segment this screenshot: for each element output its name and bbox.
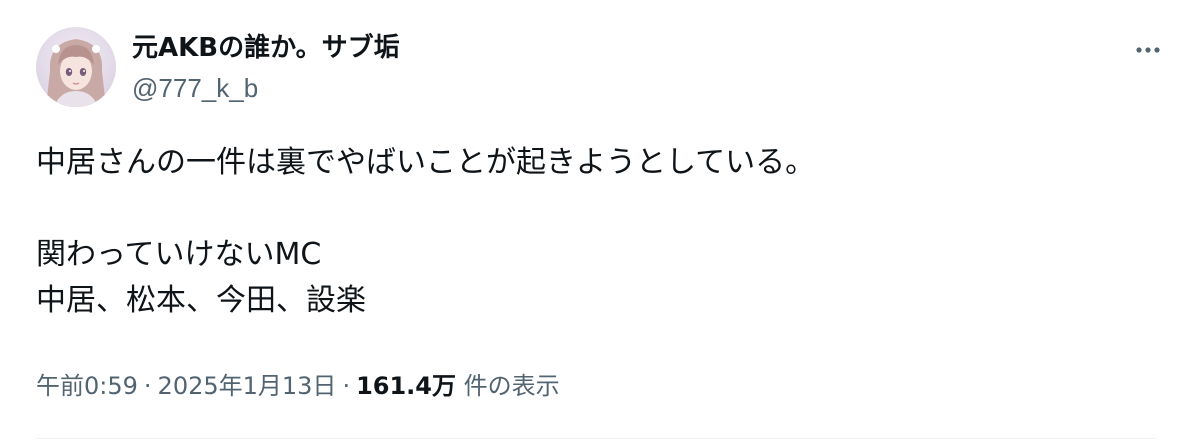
tweet-text-line: 関わっていけないMC	[36, 237, 322, 272]
tweet-text: 中居さんの一件は裏でやばいことが起きようとしている。 関わっていけないMC 中居…	[36, 140, 1156, 324]
views-count[interactable]: 161.4万	[356, 372, 456, 400]
tweet-meta: 午前0:59 · 2025年1月13日 · 161.4万 件の表示	[36, 366, 560, 406]
tweet-date[interactable]: 2025年1月13日	[158, 372, 337, 400]
more-options-button[interactable]	[1124, 30, 1172, 70]
tweet-text-line: 中居、松本、今田、設楽	[36, 283, 366, 318]
avatar-illustration	[36, 27, 116, 107]
tweet-time[interactable]: 午前0:59	[36, 372, 138, 400]
tweet-card: 元AKBの誰か。サブ垢 @777_k_b 中居さんの一件は裏でやばいことが起きよ…	[0, 0, 1196, 444]
meta-separator: ·	[342, 372, 351, 400]
divider	[36, 438, 1156, 439]
views-label: 件の表示	[463, 372, 560, 400]
meta-separator: ·	[143, 372, 152, 400]
avatar[interactable]	[36, 27, 116, 107]
tweet-text-line: 中居さんの一件は裏でやばいことが起きようとしている。	[36, 145, 816, 180]
author-display-name[interactable]: 元AKBの誰か。サブ垢	[132, 30, 400, 66]
tweet-header: 元AKBの誰か。サブ垢 @777_k_b	[132, 30, 400, 106]
more-horizontal-icon	[1136, 47, 1160, 53]
author-handle[interactable]: @777_k_b	[132, 70, 400, 106]
tweet-text-line	[36, 186, 1156, 232]
